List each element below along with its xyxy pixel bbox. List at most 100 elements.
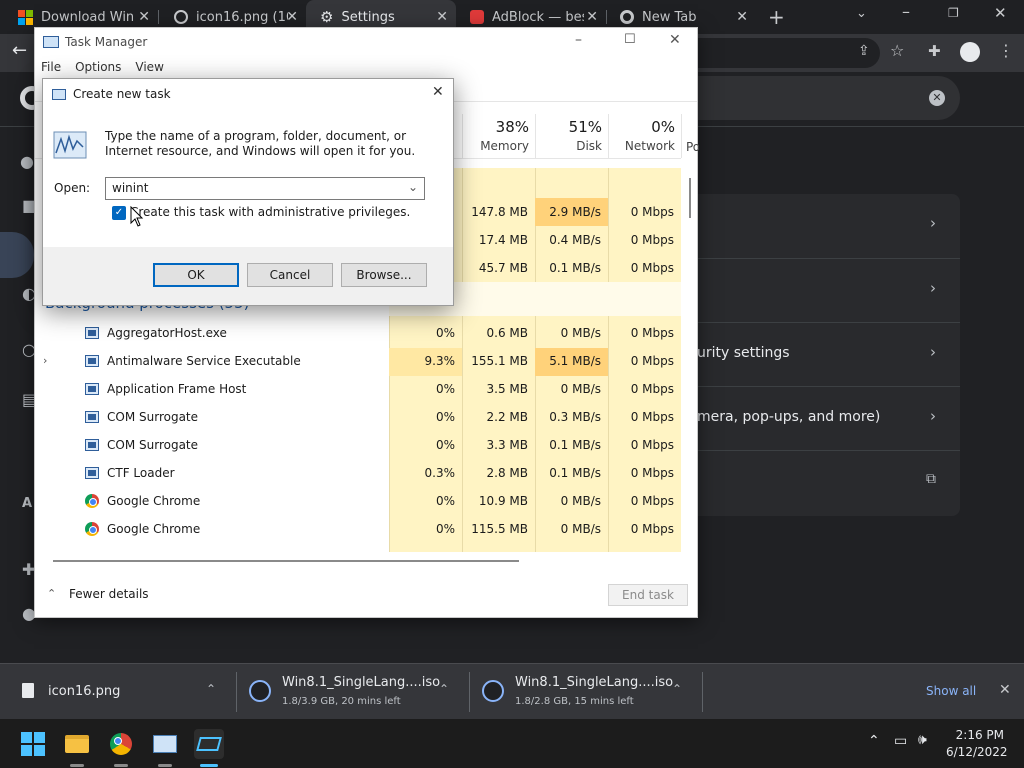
open-external-icon: ⧉ xyxy=(926,471,936,487)
vertical-scrollbar[interactable] xyxy=(689,178,691,218)
expand-chevron-icon[interactable]: › xyxy=(43,354,47,367)
close-tab-icon[interactable]: ✕ xyxy=(436,9,448,25)
process-row[interactable]: CTF Loader 0.3% 2.8 MB 0.1 MB/s 0 Mbps xyxy=(35,460,681,488)
process-icon xyxy=(85,467,99,479)
cell-memory: 147.8 MB xyxy=(471,205,528,219)
process-row[interactable]: Google Chrome 0% 10.9 MB 0 MB/s 0 Mbps xyxy=(35,488,681,516)
run-taskbar-icon[interactable] xyxy=(194,729,224,759)
task-manager-titlebar: Task Manager xyxy=(43,35,147,49)
cell-disk: 0.4 MB/s xyxy=(549,233,601,247)
share-icon[interactable]: ⇪ xyxy=(858,43,870,59)
tab-search-icon[interactable]: ⌄ xyxy=(856,6,867,21)
close-tab-icon[interactable]: ✕ xyxy=(138,9,150,25)
network-icon[interactable]: ▭ xyxy=(894,733,907,749)
download-name: icon16.png xyxy=(48,684,121,699)
clock-date[interactable]: 6/12/2022 xyxy=(946,745,1008,759)
chevron-down-icon[interactable]: ⌄ xyxy=(408,180,418,194)
file-icon xyxy=(22,683,34,698)
fewer-details-link[interactable]: Fewer details xyxy=(69,587,149,601)
cell-cpu: 0.3% xyxy=(424,466,456,480)
clock-time[interactable]: 2:16 PM xyxy=(954,728,1004,742)
dialog-close-icon[interactable]: ✕ xyxy=(432,84,444,100)
back-arrow-icon[interactable]: ← xyxy=(12,40,27,61)
cell-disk: 0 MB/s xyxy=(560,494,601,508)
close-tab-icon[interactable]: ✕ xyxy=(286,9,298,25)
process-row[interactable]: Application Frame Host 0% 3.5 MB 0 MB/s 0 Mb… xyxy=(35,376,681,404)
profile-avatar-icon[interactable] xyxy=(960,42,980,62)
maximize-icon[interactable]: ☐ xyxy=(624,32,636,47)
cell-network: 0 Mbps xyxy=(630,354,674,368)
process-row[interactable]: COM Surrogate 0% 3.3 MB 0.1 MB/s 0 Mbps xyxy=(35,432,681,460)
process-icon xyxy=(85,411,99,423)
sidebar-advanced-icon[interactable]: A xyxy=(22,496,32,511)
chrome-taskbar-icon[interactable] xyxy=(106,729,136,759)
clear-search-icon[interactable]: ✕ xyxy=(929,90,945,106)
chevron-up-icon[interactable]: ⌃ xyxy=(439,682,449,696)
process-name: Google Chrome xyxy=(85,522,200,536)
volume-icon[interactable]: 🕪 xyxy=(918,732,927,748)
download-item[interactable]: Win8.1_SingleLang....iso 1.8/2.8 GB, 15 … xyxy=(470,664,702,720)
close-icon[interactable]: ✕ xyxy=(669,32,681,48)
chevron-right-icon: › xyxy=(930,343,936,361)
process-name-text: CTF Loader xyxy=(107,466,175,480)
show-all-link[interactable]: Show all xyxy=(926,684,976,698)
cancel-button[interactable]: Cancel xyxy=(247,263,333,287)
restore-icon[interactable]: ❐ xyxy=(948,6,959,20)
cell-memory: 3.3 MB xyxy=(486,438,528,452)
cell-memory: 2.2 MB xyxy=(486,410,528,424)
column-header-power[interactable]: Po xyxy=(681,114,699,158)
start-button[interactable] xyxy=(18,729,48,759)
settings-row-label: mera, pop-ups, and more) xyxy=(697,409,881,425)
more-menu-icon[interactable]: ⋮ xyxy=(998,41,1014,60)
bookmark-star-icon[interactable]: ☆ xyxy=(890,41,904,60)
download-item[interactable]: icon16.png ⌃ xyxy=(0,664,236,720)
omnibox[interactable] xyxy=(698,38,880,68)
sidebar-person-icon[interactable]: ● xyxy=(20,152,34,171)
close-tab-icon[interactable]: ✕ xyxy=(586,9,598,25)
admin-checkbox-label[interactable]: Create this task with administrative pri… xyxy=(130,205,410,219)
menu-options[interactable]: Options xyxy=(75,60,121,74)
cell-disk: 0 MB/s xyxy=(560,382,601,396)
file-explorer-taskbar-icon[interactable] xyxy=(62,729,92,759)
chevron-up-icon[interactable]: ⌃ xyxy=(672,682,682,696)
cell-network: 0 Mbps xyxy=(630,522,674,536)
column-header-network[interactable]: 0% Network xyxy=(608,114,681,158)
process-row[interactable]: AggregatorHost.exe 0% 0.6 MB 0 MB/s 0 Mbps xyxy=(35,320,681,348)
column-header-memory[interactable]: 38% Memory xyxy=(462,114,535,158)
process-row[interactable]: › Antimalware Service Executable 9.3% 155.1… xyxy=(35,348,681,376)
end-task-button[interactable]: End task xyxy=(608,584,688,606)
new-tab-icon[interactable]: + xyxy=(768,5,785,29)
cell-disk: 0 MB/s xyxy=(560,522,601,536)
process-icon xyxy=(85,355,99,367)
open-combobox[interactable]: winint ⌄ xyxy=(105,177,425,200)
task-manager-taskbar-icon[interactable] xyxy=(150,729,180,759)
extensions-puzzle-icon[interactable]: ✚ xyxy=(928,42,941,60)
process-row[interactable]: Google Chrome 0% 115.5 MB 0 MB/s 0 Mbps xyxy=(35,516,681,544)
close-tab-icon[interactable]: ✕ xyxy=(736,9,748,25)
chevron-right-icon: › xyxy=(930,214,936,232)
menu-file[interactable]: File xyxy=(41,60,61,74)
ok-button[interactable]: OK xyxy=(153,263,239,287)
process-row[interactable]: COM Surrogate 0% 2.2 MB 0.3 MB/s 0 Mbps xyxy=(35,404,681,432)
minimize-icon[interactable]: – xyxy=(575,32,582,48)
network-percent: 0% xyxy=(651,118,675,136)
cell-cpu: 0% xyxy=(435,382,455,396)
column-header-disk[interactable]: 51% Disk xyxy=(535,114,608,158)
admin-checkbox[interactable]: ✓ xyxy=(112,206,126,220)
download-item[interactable]: Win8.1_SingleLang....iso 1.8/3.9 GB, 20 … xyxy=(237,664,469,720)
chevron-up-icon[interactable]: ⌃ xyxy=(47,587,56,600)
browse-button[interactable]: Browse... xyxy=(341,263,427,287)
globe-icon xyxy=(174,10,188,24)
open-input-value[interactable]: winint xyxy=(112,181,148,195)
chevron-up-icon[interactable]: ⌃ xyxy=(868,733,880,749)
horizontal-scrollbar[interactable] xyxy=(53,560,519,562)
cell-disk: 0.1 MB/s xyxy=(549,438,601,452)
process-name: CTF Loader xyxy=(85,466,175,480)
process-name: AggregatorHost.exe xyxy=(85,326,227,340)
chevron-up-icon[interactable]: ⌃ xyxy=(206,682,216,696)
close-downloads-icon[interactable]: ✕ xyxy=(999,682,1011,698)
close-window-icon[interactable]: ✕ xyxy=(994,4,1007,22)
sidebar-privacy-selected[interactable] xyxy=(0,232,34,278)
minimize-icon[interactable]: – xyxy=(902,2,910,21)
menu-view[interactable]: View xyxy=(135,60,163,74)
